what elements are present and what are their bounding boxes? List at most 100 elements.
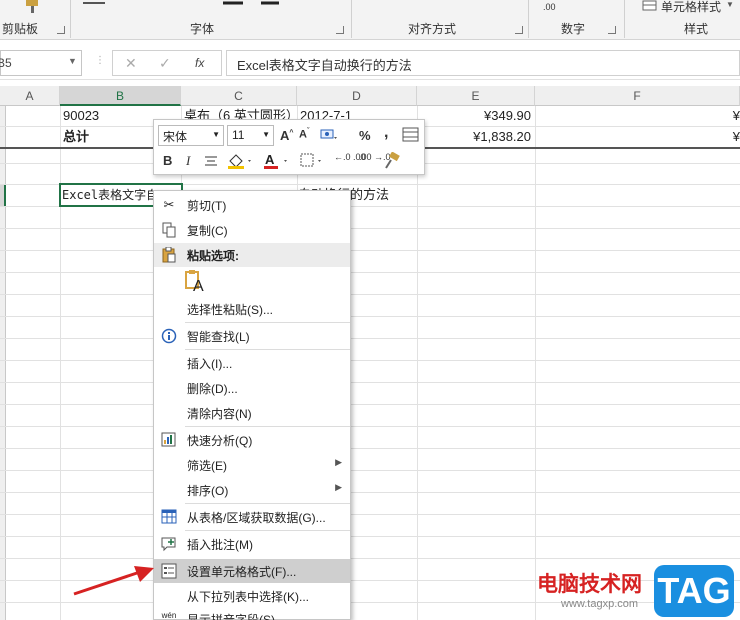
gridline: [0, 514, 740, 515]
insert-function-icon[interactable]: fx: [195, 56, 204, 70]
menu-item-clear-contents[interactable]: 清除内容(N): [154, 401, 350, 425]
format-painter-icon[interactable]: [22, 0, 44, 14]
column-header-a[interactable]: A: [0, 86, 60, 106]
cell-e2[interactable]: ¥1,838.20: [419, 127, 531, 147]
gridline: [0, 382, 740, 383]
menu-item-label: 快速分析(Q): [187, 434, 253, 448]
info-search-icon: [161, 328, 177, 344]
font-name-dropdown[interactable]: 宋体 ▼: [158, 125, 224, 146]
menu-item-pick-from-list[interactable]: 从下拉列表中选择(K)...: [154, 584, 350, 608]
percent-button[interactable]: %: [359, 128, 371, 143]
menu-item-label: 剪切(T): [187, 199, 227, 213]
column-header-c[interactable]: C: [181, 86, 297, 106]
font-controls-icon[interactable]: [83, 0, 293, 10]
decrease-font-icon[interactable]: Aˇ: [299, 128, 309, 141]
font-name-value: 宋体: [163, 130, 188, 144]
menu-item-get-data[interactable]: 从表格/区域获取数据(G)...: [154, 505, 350, 529]
menu-item-label: 从表格/区域获取数据(G)...: [187, 511, 326, 525]
menu-item-sort[interactable]: 排序(O) ▶: [154, 478, 350, 502]
column-header-f[interactable]: F: [535, 86, 740, 106]
column-header-e[interactable]: E: [417, 86, 535, 106]
gridline: [0, 294, 740, 295]
align-center-icon[interactable]: [204, 155, 218, 167]
group-separator: [70, 0, 71, 38]
group-styles-label: 样式: [684, 22, 709, 36]
watermark-url: www.tagxp.com: [561, 598, 639, 610]
cell-styles-icon[interactable]: [642, 0, 658, 12]
cell-styles-button[interactable]: 单元格样式: [661, 0, 721, 15]
menu-item-copy[interactable]: 复制(C): [154, 218, 350, 242]
menu-item-label: 智能查找(L): [187, 330, 250, 344]
menu-item-label: 从下拉列表中选择(K)...: [187, 590, 309, 604]
borders-icon[interactable]: [300, 153, 326, 169]
group-separator: [351, 0, 352, 38]
cancel-icon[interactable]: ✕: [125, 55, 137, 72]
paste-option-button[interactable]: A: [184, 270, 208, 296]
decrease-decimal-icon[interactable]: .00: [543, 2, 556, 12]
chevron-down-icon[interactable]: ▼: [726, 0, 734, 9]
menu-item-label: 排序(O): [187, 484, 229, 498]
row-header-selected[interactable]: [0, 184, 6, 206]
cell-e1[interactable]: ¥349.90: [419, 106, 531, 126]
menu-item-delete[interactable]: 删除(D)...: [154, 376, 350, 400]
menu-item-paste-special[interactable]: 选择性粘贴(S)...: [154, 297, 350, 321]
paste-option-glyph: A: [193, 278, 204, 295]
menu-item-insert-comment[interactable]: 插入批注(M): [154, 532, 350, 556]
group-font-label: 字体: [190, 22, 215, 36]
gridline: [0, 360, 740, 361]
menu-item-filter[interactable]: 筛选(E) ▶: [154, 453, 350, 477]
gridline: [0, 426, 740, 427]
menu-item-label: 插入批注(M): [187, 538, 253, 552]
menu-item-phonetic[interactable]: wén 显示拼音字段(S): [154, 607, 350, 620]
gridline: [0, 338, 740, 339]
alignment-launcher-icon[interactable]: [515, 26, 523, 34]
currency-format-icon[interactable]: [320, 127, 338, 143]
cell-f2[interactable]: ¥: [538, 127, 740, 147]
menu-item-label: 选择性粘贴(S)...: [187, 303, 273, 317]
menu-item-smart-lookup[interactable]: 智能查找(L): [154, 324, 350, 348]
paste-icon: [162, 247, 176, 263]
menu-item-insert[interactable]: 插入(I)...: [154, 351, 350, 375]
gridline: [0, 448, 740, 449]
menu-item-label: 筛选(E): [187, 459, 227, 473]
gridline: [0, 536, 740, 537]
format-painter-icon[interactable]: [383, 152, 401, 170]
cell-f1[interactable]: ¥: [538, 106, 740, 126]
format-cells-icon: [161, 563, 177, 579]
menu-item-quick-analysis[interactable]: 快速分析(Q): [154, 428, 350, 452]
mini-toolbar: 宋体 ▼ 11 ▼ A^ Aˇ % , B I A ←.0 .00 .00 →.…: [153, 119, 425, 175]
font-size-dropdown[interactable]: 11 ▼: [227, 125, 274, 146]
gridline: [0, 272, 740, 273]
menu-separator: [185, 322, 350, 323]
chevron-down-icon[interactable]: ▼: [68, 56, 77, 66]
menu-item-label: 清除内容(N): [187, 407, 252, 421]
column-header-b[interactable]: B: [60, 86, 181, 106]
menu-item-format-cells[interactable]: 设置单元格格式(F)...: [154, 559, 350, 583]
comment-icon: [161, 537, 176, 552]
drag-handle-icon[interactable]: ⋮: [95, 55, 106, 66]
number-launcher-icon[interactable]: [608, 26, 616, 34]
formula-input[interactable]: Excel表格文字自动换行的方法: [226, 50, 740, 76]
column-header-d[interactable]: D: [297, 86, 417, 106]
quick-analysis-icon: [161, 432, 176, 447]
table-icon: [161, 509, 177, 524]
submenu-arrow-icon: ▶: [335, 457, 342, 467]
pointer-arrow-icon: [73, 566, 154, 596]
fill-color-icon[interactable]: [226, 152, 254, 170]
menu-item-cut[interactable]: ✂ 剪切(T): [154, 193, 350, 217]
menu-item-label: 显示拼音字段(S): [187, 613, 275, 620]
comma-button[interactable]: ,: [384, 124, 388, 142]
font-color-icon[interactable]: A: [262, 152, 290, 170]
menu-separator: [185, 503, 350, 504]
italic-button[interactable]: I: [186, 153, 190, 169]
confirm-icon[interactable]: ✓: [159, 55, 171, 72]
group-clipboard-label: 剪贴板: [2, 22, 39, 36]
clipboard-launcher-icon[interactable]: [57, 26, 65, 34]
menu-item-paste-options: 粘贴选项:: [154, 243, 350, 267]
menu-item-label: 粘贴选项:: [187, 249, 239, 263]
merge-cells-icon[interactable]: [402, 127, 420, 143]
font-launcher-icon[interactable]: [336, 26, 344, 34]
gridline: [0, 250, 740, 251]
bold-button[interactable]: B: [163, 153, 172, 168]
increase-font-icon[interactable]: A^: [280, 128, 293, 143]
